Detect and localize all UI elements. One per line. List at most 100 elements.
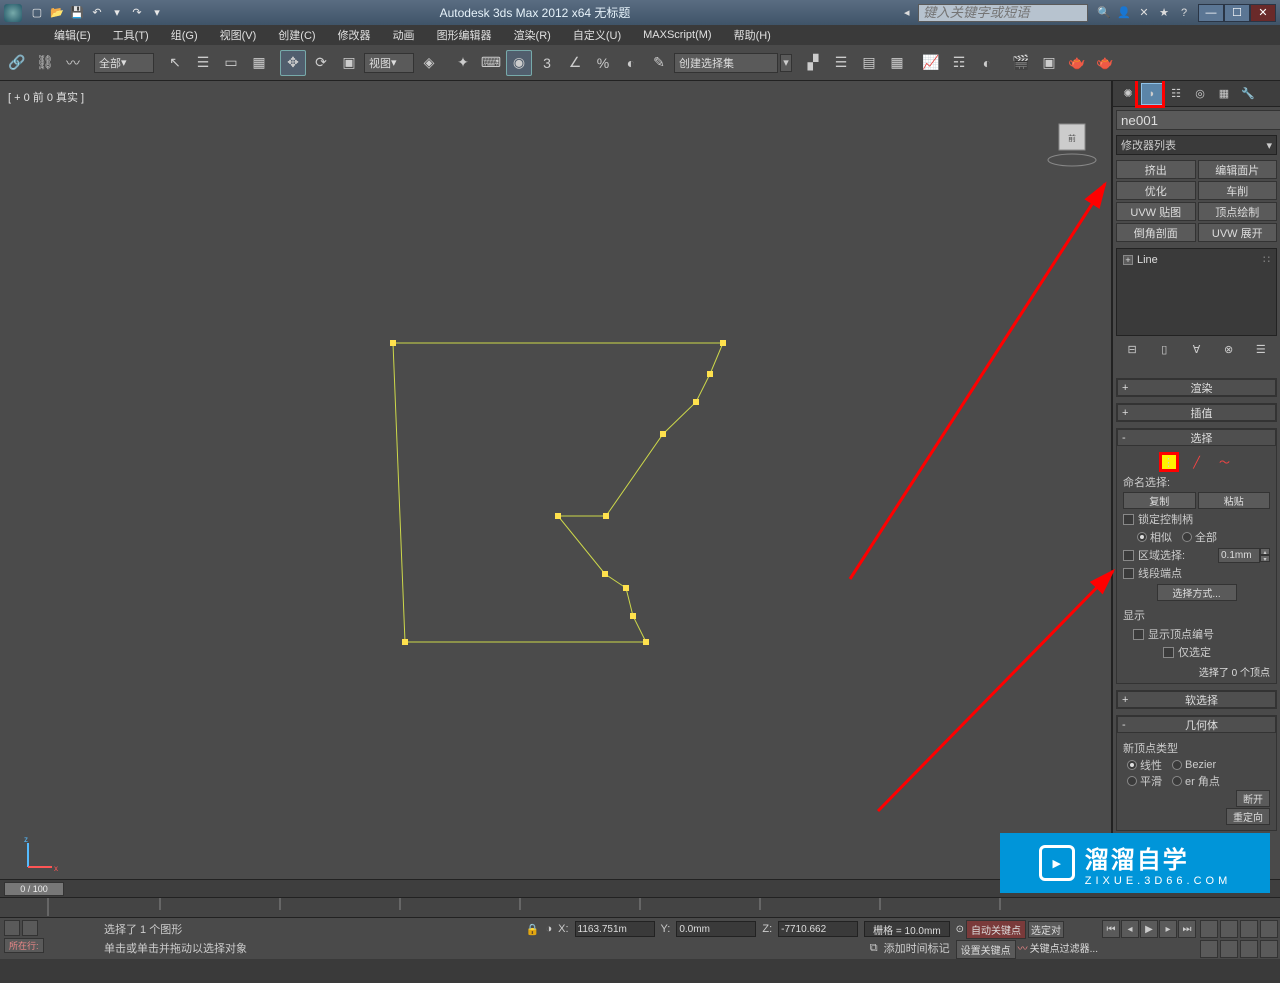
spline-line[interactable] bbox=[388, 336, 748, 656]
app-icon[interactable] bbox=[4, 4, 22, 22]
key-filters-label[interactable]: 关键点过滤器... bbox=[1030, 940, 1098, 959]
key-filters-icon[interactable]: 〰 bbox=[1018, 940, 1028, 959]
smooth-radio[interactable] bbox=[1127, 776, 1137, 786]
reverse-button[interactable]: 重定向 bbox=[1226, 808, 1270, 825]
redo-drop-icon[interactable]: ▾ bbox=[148, 4, 166, 22]
object-name-input[interactable] bbox=[1116, 110, 1280, 130]
viewcube[interactable]: 前 bbox=[1045, 116, 1099, 170]
select-object-icon[interactable]: ↖ bbox=[162, 50, 188, 76]
render-preview-icon[interactable]: 🫖 bbox=[1092, 50, 1118, 76]
maxscript-mini-listener-icon[interactable] bbox=[4, 920, 20, 936]
spinner-snap-icon[interactable]: ◐ bbox=[618, 50, 644, 76]
mod-btn-bevel-profile[interactable]: 倒角剖面 bbox=[1116, 223, 1196, 242]
exchange-icon[interactable]: ✕ bbox=[1136, 5, 1152, 21]
ref-coord-combo[interactable]: 视图 ▾ bbox=[364, 53, 414, 73]
tab-display-icon[interactable]: ▦ bbox=[1213, 83, 1235, 105]
bind-space-warp-icon[interactable]: 〰 bbox=[60, 50, 86, 76]
info-left-icon[interactable]: ◂ bbox=[904, 6, 916, 19]
pan-icon[interactable] bbox=[1200, 920, 1218, 938]
pin-stack-icon[interactable]: ⊟ bbox=[1124, 341, 1140, 357]
next-frame-icon[interactable]: ▸ bbox=[1159, 920, 1177, 938]
copy-button[interactable]: 复制 bbox=[1123, 492, 1196, 509]
minimize-button[interactable]: — bbox=[1198, 4, 1224, 22]
search-icon[interactable]: 🔍 bbox=[1096, 5, 1112, 21]
max-toggle-icon[interactable] bbox=[1260, 940, 1278, 958]
help-icon[interactable]: ? bbox=[1176, 5, 1192, 21]
redo-icon[interactable]: ↷ bbox=[128, 4, 146, 22]
search-input[interactable] bbox=[918, 4, 1088, 22]
selected-obj-combo[interactable]: 选定对 bbox=[1028, 921, 1064, 938]
rect-region-icon[interactable]: ▭ bbox=[218, 50, 244, 76]
named-selection-combo[interactable]: 创建选择集 bbox=[674, 53, 778, 73]
rollout-interpolation-header[interactable]: +插值 bbox=[1117, 404, 1276, 421]
remove-modifier-icon[interactable]: ⊗ bbox=[1221, 341, 1237, 357]
macro-recorder-icon[interactable] bbox=[22, 920, 38, 936]
menu-views[interactable]: 视图(V) bbox=[212, 25, 265, 45]
edit-named-sel-icon[interactable]: ✎ bbox=[646, 50, 672, 76]
modifier-stack[interactable]: + Line ∷ bbox=[1116, 248, 1277, 336]
selection-filter-combo[interactable]: 全部 ▾ bbox=[94, 53, 154, 73]
select-scale-icon[interactable]: ▣ bbox=[336, 50, 362, 76]
mod-btn-optimize[interactable]: 优化 bbox=[1116, 181, 1196, 200]
linear-radio[interactable] bbox=[1127, 760, 1137, 770]
menu-group[interactable]: 组(G) bbox=[163, 25, 206, 45]
rollout-selection-header[interactable]: -选择 bbox=[1117, 429, 1276, 446]
similar-radio[interactable] bbox=[1137, 532, 1147, 542]
tab-hierarchy-icon[interactable]: ☷ bbox=[1165, 83, 1187, 105]
menu-animation[interactable]: 动画 bbox=[385, 25, 423, 45]
select-move-icon[interactable]: ✥ bbox=[280, 50, 306, 76]
bezier-radio[interactable] bbox=[1172, 760, 1182, 770]
percent-snap-icon[interactable]: % bbox=[590, 50, 616, 76]
set-key-button[interactable]: 设置关键点 bbox=[956, 940, 1016, 959]
tab-utilities-icon[interactable]: 🔧 bbox=[1237, 83, 1259, 105]
select-by-button[interactable]: 选择方式... bbox=[1157, 584, 1237, 601]
favorites-icon[interactable]: ★ bbox=[1156, 5, 1172, 21]
tab-motion-icon[interactable]: ◎ bbox=[1189, 83, 1211, 105]
menu-tools[interactable]: 工具(T) bbox=[105, 25, 157, 45]
show-end-result-icon[interactable]: ▯ bbox=[1156, 341, 1172, 357]
close-button[interactable]: ✕ bbox=[1250, 4, 1276, 22]
subobj-spline-icon[interactable]: 〜 bbox=[1215, 452, 1235, 472]
auto-key-button[interactable]: 自动关键点 bbox=[966, 920, 1026, 939]
viewport[interactable]: [ + 0 前 0 真实 ] 前 zx bbox=[0, 81, 1112, 879]
menu-maxscript[interactable]: MAXScript(M) bbox=[635, 27, 719, 43]
material-editor-icon[interactable]: ◐ bbox=[974, 50, 1000, 76]
paste-button[interactable]: 粘贴 bbox=[1198, 492, 1271, 509]
menu-rendering[interactable]: 渲染(R) bbox=[506, 25, 559, 45]
link-icon[interactable]: 🔗 bbox=[4, 50, 30, 76]
save-icon[interactable]: 💾 bbox=[68, 4, 86, 22]
bezier-corner-radio[interactable] bbox=[1172, 776, 1182, 786]
prev-frame-icon[interactable]: ◂ bbox=[1121, 920, 1139, 938]
add-time-tag[interactable]: 添加时间标记 bbox=[884, 940, 950, 956]
mod-btn-uvw-unwrap[interactable]: UVW 展开 bbox=[1198, 223, 1278, 242]
goto-start-icon[interactable]: ⏮ bbox=[1102, 920, 1120, 938]
menu-create[interactable]: 创建(C) bbox=[270, 25, 323, 45]
select-by-name-icon[interactable]: ☰ bbox=[190, 50, 216, 76]
menu-modifiers[interactable]: 修改器 bbox=[330, 25, 379, 45]
goto-end-icon[interactable]: ⏭ bbox=[1178, 920, 1196, 938]
isolate-icon[interactable]: ◑ bbox=[545, 923, 552, 935]
zoom-all-icon[interactable] bbox=[1240, 920, 1258, 938]
angle-snap-icon[interactable]: ∠ bbox=[562, 50, 588, 76]
area-select-value[interactable] bbox=[1218, 548, 1260, 563]
coord-y[interactable]: 0.0mm bbox=[676, 921, 756, 937]
rollout-soft-selection-header[interactable]: +软选择 bbox=[1117, 691, 1276, 708]
menu-help[interactable]: 帮助(H) bbox=[726, 25, 779, 45]
snap-3d-icon[interactable]: 3 bbox=[534, 50, 560, 76]
render-frame-icon[interactable]: ▣ bbox=[1036, 50, 1062, 76]
graphite-icon[interactable]: ▦ bbox=[884, 50, 910, 76]
make-unique-icon[interactable]: ∀ bbox=[1188, 341, 1204, 357]
mirror-icon[interactable]: ▞ bbox=[800, 50, 826, 76]
spinner-down-icon[interactable]: ▾ bbox=[1260, 555, 1270, 562]
orbit-icon[interactable] bbox=[1240, 940, 1258, 958]
expand-icon[interactable]: + bbox=[1123, 255, 1133, 265]
snap-toggle-icon[interactable]: ◉ bbox=[506, 50, 532, 76]
zoom-icon[interactable] bbox=[1220, 920, 1238, 938]
rollout-rendering-header[interactable]: +渲染 bbox=[1117, 379, 1276, 396]
play-icon[interactable]: ▶ bbox=[1140, 920, 1158, 938]
unlink-icon[interactable]: ⛓ bbox=[32, 50, 58, 76]
key-icon[interactable]: ⊙ bbox=[956, 924, 964, 935]
render-setup-icon[interactable]: 🎬 bbox=[1008, 50, 1034, 76]
maximize-button[interactable]: ☐ bbox=[1224, 4, 1250, 22]
configure-sets-icon[interactable]: ☰ bbox=[1253, 341, 1269, 357]
